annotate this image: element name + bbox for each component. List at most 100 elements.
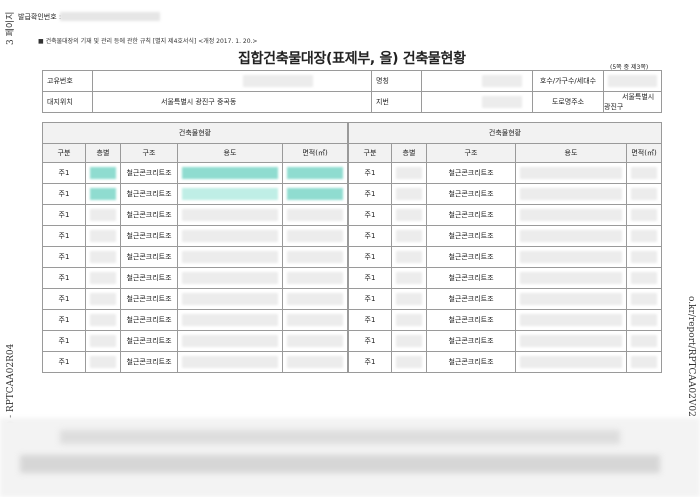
row-kind: 주1 bbox=[348, 288, 392, 310]
row-structure: 철근콘크리트조 bbox=[120, 330, 178, 352]
row-usage-redacted bbox=[515, 330, 627, 352]
row-structure: 철근콘크리트조 bbox=[426, 246, 516, 268]
row-floor-redacted bbox=[391, 288, 427, 310]
table-row: 주1 철근콘크리트조 bbox=[42, 204, 348, 226]
table-row: 주1 철근콘크리트조 bbox=[348, 309, 662, 331]
row-usage-redacted bbox=[515, 309, 627, 331]
table-row: 주1 철근콘크리트조 bbox=[348, 204, 662, 226]
row-usage-redacted bbox=[177, 288, 283, 310]
row-kind: 주1 bbox=[348, 246, 392, 268]
row-structure: 철근콘크리트조 bbox=[426, 288, 516, 310]
row-kind: 주1 bbox=[42, 183, 86, 205]
site-value: 서울특별시 광진구 중곡동 bbox=[92, 91, 372, 113]
row-kind: 주1 bbox=[348, 330, 392, 352]
cert-number-redacted bbox=[60, 12, 160, 21]
table-row: 주1 철근콘크리트조 bbox=[42, 225, 348, 247]
row-structure: 철근콘크리트조 bbox=[120, 162, 178, 184]
row-floor-redacted bbox=[85, 309, 121, 331]
row-area-redacted bbox=[626, 288, 662, 310]
col-kind: 구분 bbox=[42, 143, 86, 163]
row-usage-redacted bbox=[177, 183, 283, 205]
row-area-redacted bbox=[626, 351, 662, 373]
row-area-redacted bbox=[282, 330, 348, 352]
row-area-redacted bbox=[626, 267, 662, 289]
row-structure: 철근콘크리트조 bbox=[120, 351, 178, 373]
section-title-right: 건축물현황 bbox=[348, 122, 662, 144]
col-structure: 구조 bbox=[426, 143, 516, 163]
table-row: 주1 철근콘크리트조 bbox=[42, 288, 348, 310]
row-structure: 철근콘크리트조 bbox=[426, 267, 516, 289]
row-usage-redacted bbox=[177, 246, 283, 268]
row-usage-redacted bbox=[177, 162, 283, 184]
row-floor-redacted bbox=[391, 225, 427, 247]
row-structure: 철근콘크리트조 bbox=[426, 309, 516, 331]
row-usage-redacted bbox=[515, 204, 627, 226]
row-structure: 철근콘크리트조 bbox=[120, 309, 178, 331]
row-area-redacted bbox=[282, 225, 348, 247]
row-area-redacted bbox=[282, 351, 348, 373]
row-area-redacted bbox=[282, 309, 348, 331]
row-kind: 주1 bbox=[42, 225, 86, 247]
row-floor-redacted bbox=[85, 246, 121, 268]
row-kind: 주1 bbox=[42, 309, 86, 331]
table-row: 주1 철근콘크리트조 bbox=[42, 330, 348, 352]
cert-number-label: 발급확인번호 : bbox=[18, 13, 62, 21]
row-kind: 주1 bbox=[348, 267, 392, 289]
row-usage-redacted bbox=[515, 267, 627, 289]
row-area-redacted bbox=[282, 246, 348, 268]
name-label: 명칭 bbox=[371, 70, 422, 92]
footer-redacted-line-2 bbox=[20, 455, 660, 473]
footer-redacted-line-1 bbox=[60, 430, 620, 444]
legal-basis: ■ 건축물대장의 기재 및 관리 등에 관한 규칙 [별지 제4호서식] <개정… bbox=[38, 38, 258, 45]
row-usage-redacted bbox=[177, 351, 283, 373]
row-structure: 철근콘크리트조 bbox=[120, 225, 178, 247]
row-structure: 철근콘크리트조 bbox=[426, 330, 516, 352]
col-area: 면적(㎡) bbox=[282, 143, 348, 163]
col-structure: 구조 bbox=[120, 143, 178, 163]
row-area-redacted bbox=[282, 267, 348, 289]
row-floor-redacted bbox=[391, 204, 427, 226]
table-row: 주1 철근콘크리트조 bbox=[348, 267, 662, 289]
row-floor-redacted bbox=[85, 183, 121, 205]
col-floor: 층별 bbox=[85, 143, 121, 163]
row-kind: 주1 bbox=[348, 309, 392, 331]
row-area-redacted bbox=[626, 309, 662, 331]
row-kind: 주1 bbox=[42, 330, 86, 352]
row-kind: 주1 bbox=[348, 351, 392, 373]
document-title: 집합건축물대장(표제부, 을) 건축물현황 bbox=[238, 51, 466, 67]
row-area-redacted bbox=[282, 162, 348, 184]
road-label: 도로명주소 bbox=[532, 91, 604, 113]
table-row: 주1 철근콘크리트조 bbox=[42, 351, 348, 373]
row-kind: 주1 bbox=[42, 288, 86, 310]
row-floor-redacted bbox=[85, 351, 121, 373]
row-floor-redacted bbox=[391, 309, 427, 331]
section-title-left: 건축물현황 bbox=[42, 122, 348, 144]
row-usage-redacted bbox=[177, 225, 283, 247]
col-kind: 구분 bbox=[348, 143, 392, 163]
building-table-left: 건축물현황 구분 층별 구조 용도 면적(㎡) 주1 철근콘크리트조 주1 철근콘크리… bbox=[42, 122, 348, 373]
row-floor-redacted bbox=[85, 288, 121, 310]
row-kind: 주1 bbox=[42, 351, 86, 373]
row-area-redacted bbox=[626, 225, 662, 247]
row-area-redacted bbox=[626, 183, 662, 205]
row-floor-redacted bbox=[85, 267, 121, 289]
row-structure: 철근콘크리트조 bbox=[426, 183, 516, 205]
table-row: 주1 철근콘크리트조 bbox=[348, 183, 662, 205]
row-usage-redacted bbox=[515, 246, 627, 268]
table-row: 주1 철근콘크리트조 bbox=[42, 309, 348, 331]
table-row: 주1 철근콘크리트조 bbox=[348, 288, 662, 310]
row-structure: 철근콘크리트조 bbox=[120, 204, 178, 226]
row-floor-redacted bbox=[85, 162, 121, 184]
row-usage-redacted bbox=[515, 225, 627, 247]
unique-no-value bbox=[92, 70, 372, 92]
name-value bbox=[421, 70, 533, 92]
row-usage-redacted bbox=[515, 288, 627, 310]
table-row: 주1 철근콘크리트조 bbox=[348, 162, 662, 184]
site-label: 대지위치 bbox=[42, 91, 93, 113]
row-kind: 주1 bbox=[348, 204, 392, 226]
row-usage-redacted bbox=[515, 183, 627, 205]
table-row: 주1 철근콘크리트조 bbox=[348, 330, 662, 352]
col-floor: 층별 bbox=[391, 143, 427, 163]
units-value bbox=[603, 70, 662, 92]
table-row: 주1 철근콘크리트조 bbox=[42, 267, 348, 289]
